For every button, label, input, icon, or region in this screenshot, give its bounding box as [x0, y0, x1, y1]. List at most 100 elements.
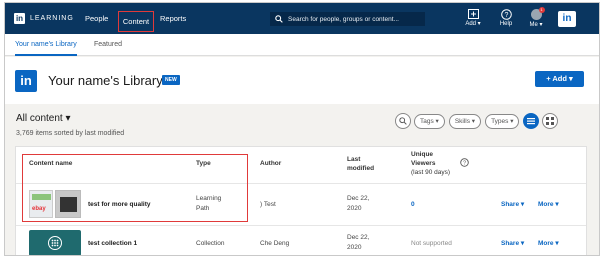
add-icon [467, 9, 479, 19]
viewer-count[interactable]: 0 [411, 200, 415, 210]
content-type-line2: Path [196, 205, 210, 212]
me-label: Me [529, 22, 538, 28]
thumbnail-banner [32, 194, 51, 200]
notification-badge: 1 [538, 7, 545, 13]
chevron-down-icon: ▾ [520, 240, 525, 247]
help-label: Help [499, 21, 513, 27]
share-button[interactable]: Share ▾ [501, 200, 524, 210]
content-thumbnail: ebay [29, 190, 81, 218]
new-badge: NEW [162, 75, 180, 85]
help-menu[interactable]: ? Help [495, 9, 517, 27]
nav-content[interactable]: Content [118, 11, 154, 32]
search-icon [275, 15, 283, 23]
info-icon[interactable]: ? [460, 158, 469, 167]
add-content-button[interactable]: + Add ▾ [535, 71, 584, 87]
list-view-button[interactable] [523, 113, 540, 129]
filter-types[interactable]: Types ▾ [485, 113, 520, 129]
content-type-line1: Learning [196, 195, 222, 202]
chevron-down-icon: ▾ [520, 201, 525, 208]
filter-tags-label: Tags [420, 117, 434, 125]
content-title[interactable]: test collection 1 [88, 239, 137, 249]
filter-search-button[interactable] [395, 113, 411, 129]
learning-logo[interactable]: in LEARNING [14, 13, 74, 24]
chevron-down-icon: ▾ [65, 113, 71, 124]
content-date-line2: 2020 [347, 244, 362, 251]
content-author: Che Deng [260, 240, 290, 247]
linkedin-icon[interactable]: in [558, 11, 576, 27]
chevron-down-icon: ▾ [537, 22, 543, 28]
add-label: Add [465, 21, 476, 27]
tab-featured[interactable]: Featured [94, 34, 122, 56]
linkedin-logo-icon: in [15, 70, 37, 92]
thumbnail-image [55, 190, 81, 218]
sub-navigation: Your name's Library Featured [5, 34, 599, 56]
all-content-label: All content [16, 113, 63, 124]
tab-library[interactable]: Your name's Library [15, 34, 77, 56]
content-author: ) Test [260, 201, 276, 208]
chevron-down-icon: ▾ [471, 117, 476, 125]
thumbnail-device [60, 197, 77, 212]
header-viewers-line3: (last 90 days) [411, 169, 451, 176]
header-unique-viewers: Unique Viewers (last 90 days) [411, 150, 450, 177]
nav-people[interactable]: People [85, 3, 108, 34]
top-bar: in LEARNING People Content Reports Searc… [5, 3, 599, 34]
all-content-dropdown[interactable]: All content ▾ [16, 113, 71, 124]
chevron-down-icon: ▾ [555, 201, 559, 208]
more-button[interactable]: More ▾ [538, 239, 559, 249]
content-table: Content name Type Author Last modified U… [15, 146, 587, 255]
content-type: Learning Path [196, 194, 221, 214]
content-date: Dec 22, 2020 [347, 194, 369, 214]
thumbnail-logo-text: ebay [32, 206, 46, 212]
content-title[interactable]: test for more quality [88, 200, 150, 210]
app-window: in LEARNING People Content Reports Searc… [4, 2, 600, 256]
content-date: Dec 22, 2020 [347, 233, 369, 253]
content-date-line2: 2020 [347, 205, 362, 212]
more-label: More [538, 240, 554, 247]
nav-reports[interactable]: Reports [160, 3, 186, 34]
collection-icon [48, 236, 62, 250]
chevron-down-icon: ▾ [510, 117, 514, 125]
filter-tags[interactable]: Tags ▾ [414, 113, 445, 129]
search-icon [399, 117, 407, 125]
share-button[interactable]: Share ▾ [501, 239, 524, 249]
page-title: Your name's Library [48, 73, 163, 88]
svg-text:?: ? [463, 161, 466, 167]
more-button[interactable]: More ▾ [538, 200, 559, 210]
content-date-line1: Dec 22, [347, 195, 370, 202]
chevron-down-icon: ▾ [476, 21, 481, 27]
header-last-modified[interactable]: Last modified [347, 155, 374, 173]
header-last-modified-line1: Last [347, 156, 361, 163]
header-last-modified-line2: modified [347, 165, 375, 172]
header-type[interactable]: Type [196, 159, 211, 168]
content-type: Collection [196, 240, 225, 247]
avatar: 1 [530, 7, 545, 20]
more-label: More [538, 201, 554, 208]
grid-view-icon [546, 117, 555, 125]
me-menu[interactable]: 1 Me ▾ [524, 7, 548, 28]
share-label: Share [501, 240, 520, 247]
grid-view-button[interactable] [542, 113, 559, 129]
chevron-down-icon: ▾ [569, 74, 573, 83]
add-button-label: + Add [546, 74, 567, 83]
filter-bar: Tags ▾ Skills ▾ Types ▾ [395, 113, 559, 129]
collection-thumbnail [29, 230, 81, 255]
table-row[interactable]: ebay test for more quality Learning Path… [16, 183, 586, 225]
header-content-name[interactable]: Content name [29, 159, 72, 168]
chevron-down-icon: ▾ [435, 117, 439, 125]
filter-skills[interactable]: Skills ▾ [448, 113, 482, 129]
header-viewers-line1: Unique [411, 151, 434, 158]
add-menu[interactable]: Add ▾ [460, 9, 486, 27]
grid-dots-icon [51, 239, 59, 247]
logo-text: LEARNING [30, 15, 74, 22]
thumbnail-image: ebay [29, 190, 53, 218]
help-icon: ? [500, 9, 512, 20]
search-input[interactable]: Search for people, groups or content... [270, 12, 425, 26]
header-viewers-line2: Viewers [411, 160, 436, 167]
filter-skills-label: Skills [454, 117, 470, 125]
library-header: in Your name's Library NEW + Add ▾ [5, 57, 599, 104]
viewer-count: Not supported [411, 240, 452, 247]
filter-types-label: Types [491, 117, 509, 125]
header-author[interactable]: Author [260, 159, 281, 168]
content-date-line1: Dec 22, [347, 234, 370, 241]
table-row[interactable]: test collection 1 Collection Che Deng De… [16, 225, 586, 255]
